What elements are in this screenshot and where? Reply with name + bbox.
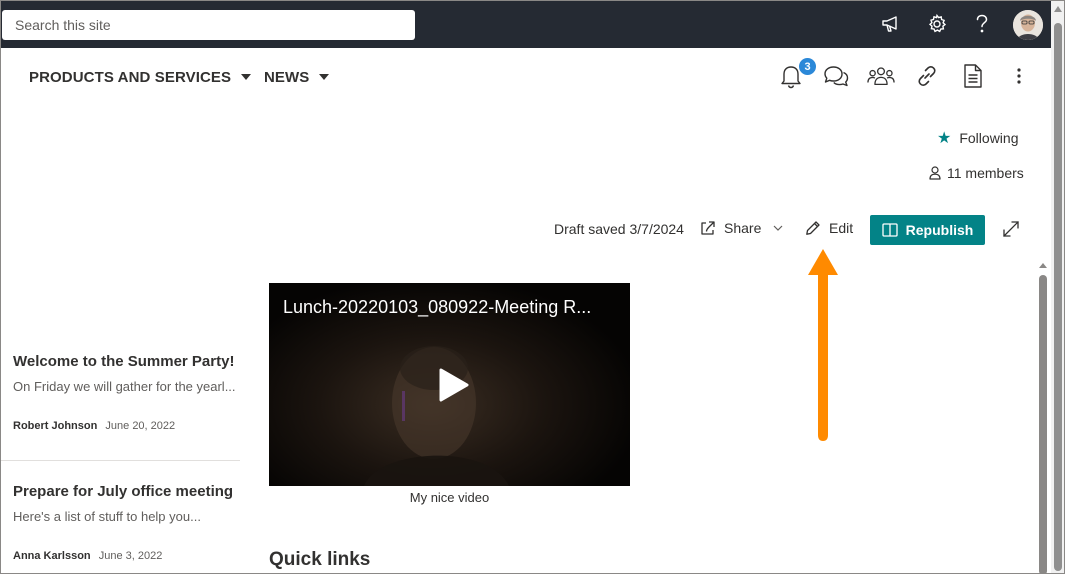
edit-label: Edit (829, 220, 854, 236)
news-meta: Robert Johnson June 20, 2022 (13, 420, 243, 432)
link-icon[interactable] (913, 62, 941, 90)
video-player[interactable]: Lunch-20220103_080922-Meeting R... (269, 283, 630, 486)
people-icon[interactable] (867, 62, 895, 90)
news-date: June 20, 2022 (105, 420, 176, 432)
following-label: Following (959, 130, 1019, 146)
news-item[interactable]: Prepare for July office meeting Here's a… (13, 483, 243, 562)
avatar[interactable] (1013, 10, 1043, 40)
star-icon: ★ (937, 130, 952, 147)
gear-icon[interactable] (925, 12, 949, 36)
nav-item-label: PRODUCTS AND SERVICES (29, 68, 232, 86)
news-date: June 3, 2022 (98, 550, 163, 562)
annotation-arrow (808, 249, 838, 441)
video-title: Lunch-20220103_080922-Meeting R... (283, 297, 592, 317)
nav-item-label: NEWS (264, 68, 310, 86)
search-box[interactable]: Search this site (2, 10, 415, 40)
news-description: Here's a list of stuff to help you... (13, 509, 201, 524)
play-icon[interactable] (435, 367, 471, 403)
video-caption: My nice video (409, 490, 490, 505)
expand-icon[interactable] (1001, 219, 1021, 239)
scroll-up-icon[interactable] (1054, 6, 1062, 12)
members-label: 11 members (947, 165, 1024, 181)
book-icon (882, 223, 898, 237)
news-item[interactable]: Welcome to the Summer Party! On Friday w… (13, 353, 243, 432)
quick-links-heading: Quick links (269, 549, 371, 570)
nav-item-products-and-services[interactable]: PRODUCTS AND SERVICES (29, 67, 252, 87)
browser-frame: Search this site PRODUCTS AND SERVICES N… (0, 0, 1065, 574)
caret-down-icon (319, 74, 330, 80)
help-icon[interactable] (970, 12, 994, 36)
person-icon (929, 166, 941, 180)
page-scrollbar[interactable] (1051, 1, 1064, 573)
news-divider (1, 460, 240, 461)
news-title[interactable]: Welcome to the Summer Party! (13, 353, 243, 370)
news-description: On Friday we will gather for the yearl..… (13, 379, 236, 394)
news-meta: Anna Karlsson June 3, 2022 (13, 550, 243, 562)
share-button[interactable]: Share (700, 220, 791, 236)
scroll-thumb[interactable] (1054, 23, 1062, 571)
draft-status: Draft saved 3/7/2024 (554, 221, 684, 237)
scroll-up-icon[interactable] (1039, 263, 1047, 268)
republish-label: Republish (905, 222, 974, 238)
chevron-down-icon (773, 225, 783, 231)
caret-down-icon (241, 74, 252, 80)
megaphone-icon[interactable] (879, 12, 903, 36)
scroll-thumb[interactable] (1039, 275, 1047, 573)
suite-bar: Search this site (1, 1, 1051, 48)
republish-button[interactable]: Republish (870, 215, 985, 245)
document-icon[interactable] (959, 62, 987, 90)
nav-item-news[interactable]: NEWS (264, 67, 330, 87)
news-author: Robert Johnson (13, 420, 98, 432)
notification-badge: 3 (798, 57, 817, 76)
members-button[interactable]: 11 members (929, 165, 1024, 181)
share-label: Share (724, 220, 762, 236)
share-icon (701, 221, 715, 235)
content-scrollbar[interactable] (1037, 259, 1049, 573)
more-icon[interactable] (1005, 62, 1033, 90)
chat-icon[interactable] (822, 62, 850, 90)
edit-button[interactable]: Edit (805, 220, 853, 236)
search-placeholder: Search this site (15, 17, 111, 33)
follow-button[interactable]: ★ Following (937, 128, 1018, 148)
news-title[interactable]: Prepare for July office meeting (13, 483, 243, 500)
pencil-icon (806, 221, 820, 235)
news-author: Anna Karlsson (13, 550, 91, 562)
